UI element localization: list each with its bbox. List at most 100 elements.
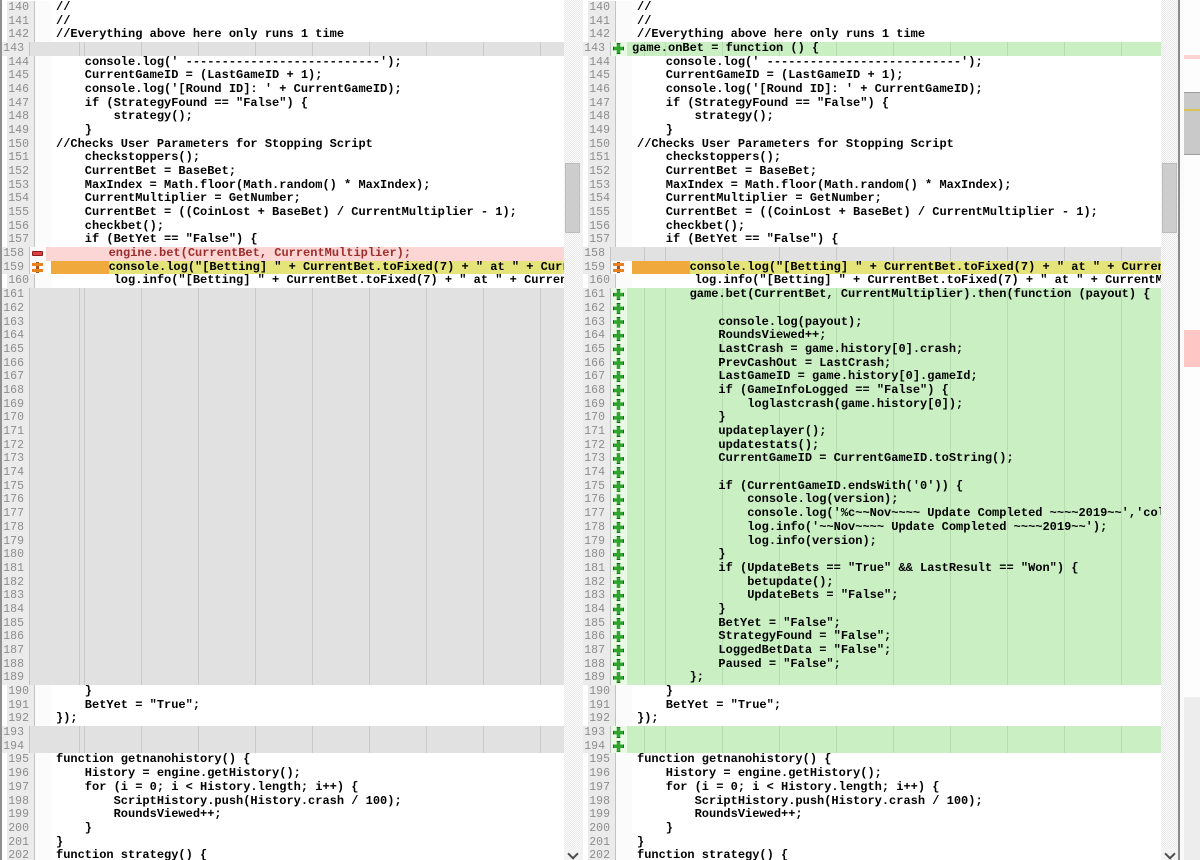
left-scrollbar-down-button[interactable] — [564, 847, 581, 860]
code-text[interactable]: BetYet = "False"; — [627, 617, 1161, 631]
code-row[interactable]: 156 checkbet(); — [2, 220, 564, 234]
code-text[interactable] — [46, 562, 564, 576]
code-row[interactable]: 151 checkstoppers(); — [583, 151, 1161, 165]
code-row[interactable]: 167 LastGameID = game.history[0].gameId; — [583, 370, 1161, 384]
code-row[interactable]: 159 console.log("[Betting] " + CurrentBe… — [583, 261, 1161, 275]
code-text[interactable]: engine.bet(CurrentBet, CurrentMultiplier… — [46, 247, 564, 261]
code-row[interactable]: 149 } — [2, 124, 564, 138]
code-row[interactable]: 195function getnanohistory() { — [2, 753, 564, 767]
code-text[interactable] — [627, 726, 1161, 740]
code-text[interactable] — [46, 630, 564, 644]
code-text[interactable] — [46, 740, 564, 754]
code-row[interactable]: 184 } — [583, 603, 1161, 617]
code-row[interactable]: 193 — [2, 726, 564, 740]
right-vertical-scrollbar[interactable] — [1161, 0, 1178, 860]
code-text[interactable]: LastGameID = game.history[0].gameId; — [627, 370, 1161, 384]
code-row[interactable]: 202function strategy() { — [583, 849, 1161, 860]
code-row[interactable]: 189 — [2, 671, 564, 685]
code-row[interactable]: 151 checkstoppers(); — [2, 151, 564, 165]
code-text[interactable]: }; — [627, 671, 1161, 685]
code-row[interactable]: 163 console.log(payout); — [583, 316, 1161, 330]
code-row[interactable]: 200 } — [2, 822, 564, 836]
code-text[interactable] — [46, 398, 564, 412]
code-text[interactable]: RoundsViewed++; — [51, 808, 564, 822]
code-row[interactable]: 166 — [2, 357, 564, 371]
code-text[interactable]: log.info(version); — [627, 535, 1161, 549]
code-text[interactable]: StrategyFound = "False"; — [627, 630, 1161, 644]
code-text[interactable] — [46, 452, 564, 466]
code-text[interactable] — [46, 589, 564, 603]
code-text[interactable] — [46, 603, 564, 617]
code-row[interactable]: 146 console.log('[Round ID]: ' + Current… — [583, 83, 1161, 97]
code-row[interactable]: 143game.onBet = function () { — [583, 42, 1161, 56]
code-row[interactable]: 201} — [2, 836, 564, 850]
code-row[interactable]: 155 CurrentBet = ((CoinLost + BaseBet) /… — [583, 206, 1161, 220]
code-row[interactable]: 201} — [583, 836, 1161, 850]
code-row[interactable]: 169 loglastcrash(game.history[0]); — [583, 398, 1161, 412]
code-row[interactable]: 177 console.log('%c~~Nov~~~~ Update Comp… — [583, 507, 1161, 521]
code-row[interactable]: 162 — [2, 302, 564, 316]
code-row[interactable]: 154 CurrentMultiplier = GetNumber; — [583, 192, 1161, 206]
code-row[interactable]: 168 — [2, 384, 564, 398]
code-text[interactable]: } — [632, 836, 1161, 850]
code-text[interactable]: } — [627, 411, 1161, 425]
code-text[interactable]: log.info("[Betting] " + CurrentBet.toFix… — [632, 274, 1161, 288]
code-text[interactable] — [46, 370, 564, 384]
code-row[interactable]: 144 console.log(' ----------------------… — [2, 56, 564, 70]
code-text[interactable]: // — [51, 15, 564, 29]
code-row[interactable]: 172 updatestats(); — [583, 439, 1161, 453]
code-text[interactable]: // — [51, 1, 564, 15]
code-text[interactable]: checkstoppers(); — [51, 151, 564, 165]
code-row[interactable]: 158 — [583, 247, 1161, 261]
code-row[interactable]: 170 } — [583, 411, 1161, 425]
code-row[interactable]: 182 betupdate(); — [583, 576, 1161, 590]
code-row[interactable]: 180 — [2, 548, 564, 562]
code-row[interactable]: 187 — [2, 644, 564, 658]
code-row[interactable]: 185 BetYet = "False"; — [583, 617, 1161, 631]
code-text[interactable]: log.info("[Betting] " + CurrentBet.toFix… — [51, 274, 564, 288]
code-row[interactable]: 191 BetYet = "True"; — [583, 699, 1161, 713]
code-text[interactable] — [46, 439, 564, 453]
code-row[interactable]: 155 CurrentBet = ((CoinLost + BaseBet) /… — [2, 206, 564, 220]
code-row[interactable]: 147 if (StrategyFound == "False") { — [583, 97, 1161, 111]
code-row[interactable]: 186 — [2, 630, 564, 644]
code-text[interactable] — [46, 521, 564, 535]
code-row[interactable]: 173 — [2, 452, 564, 466]
code-text[interactable]: //Checks User Parameters for Stopping Sc… — [632, 138, 1161, 152]
code-row[interactable]: 149 } — [583, 124, 1161, 138]
code-text[interactable]: function strategy() { — [632, 849, 1161, 860]
code-text[interactable]: console.log("[Betting] " + CurrentBet.to… — [46, 261, 564, 275]
code-text[interactable]: PrevCashOut = LastCrash; — [627, 357, 1161, 371]
left-scrollbar-thumb[interactable] — [565, 163, 580, 233]
code-text[interactable]: BetYet = "True"; — [51, 699, 564, 713]
code-row[interactable]: 170 — [2, 411, 564, 425]
code-row[interactable]: 191 BetYet = "True"; — [2, 699, 564, 713]
code-row[interactable]: 178 log.info('~~Nov~~~~ Update Completed… — [583, 521, 1161, 535]
code-row[interactable]: 179 — [2, 535, 564, 549]
view-window[interactable] — [1184, 92, 1200, 155]
code-text[interactable] — [46, 302, 564, 316]
code-row[interactable]: 192}); — [2, 712, 564, 726]
code-row[interactable]: 196 History = engine.getHistory(); — [583, 767, 1161, 781]
code-text[interactable]: } — [51, 822, 564, 836]
code-row[interactable]: 184 — [2, 603, 564, 617]
code-text[interactable]: History = engine.getHistory(); — [51, 767, 564, 781]
code-text[interactable]: MaxIndex = Math.floor(Math.random() * Ma… — [51, 179, 564, 193]
code-row[interactable]: 193 — [583, 726, 1161, 740]
code-row[interactable]: 173 CurrentGameID = CurrentGameID.toStri… — [583, 452, 1161, 466]
code-row[interactable]: 152 CurrentBet = BaseBet; — [583, 165, 1161, 179]
code-text[interactable]: if (StrategyFound == "False") { — [632, 97, 1161, 111]
code-row[interactable]: 189 }; — [583, 671, 1161, 685]
code-text[interactable]: UpdateBets = "False"; — [627, 589, 1161, 603]
code-row[interactable]: 175 — [2, 480, 564, 494]
code-text[interactable] — [46, 493, 564, 507]
code-row[interactable]: 176 console.log(version); — [583, 493, 1161, 507]
code-text[interactable]: for (i = 0; i < History.length; i++) { — [51, 781, 564, 795]
code-row[interactable]: 150//Checks User Parameters for Stopping… — [2, 138, 564, 152]
code-text[interactable]: ScriptHistory.push(History.crash / 100); — [632, 795, 1161, 809]
code-text[interactable]: for (i = 0; i < History.length; i++) { — [632, 781, 1161, 795]
code-text[interactable]: console.log(payout); — [627, 316, 1161, 330]
code-row[interactable]: 190 } — [2, 685, 564, 699]
code-row[interactable]: 153 MaxIndex = Math.floor(Math.random() … — [583, 179, 1161, 193]
code-row[interactable]: 190 } — [583, 685, 1161, 699]
